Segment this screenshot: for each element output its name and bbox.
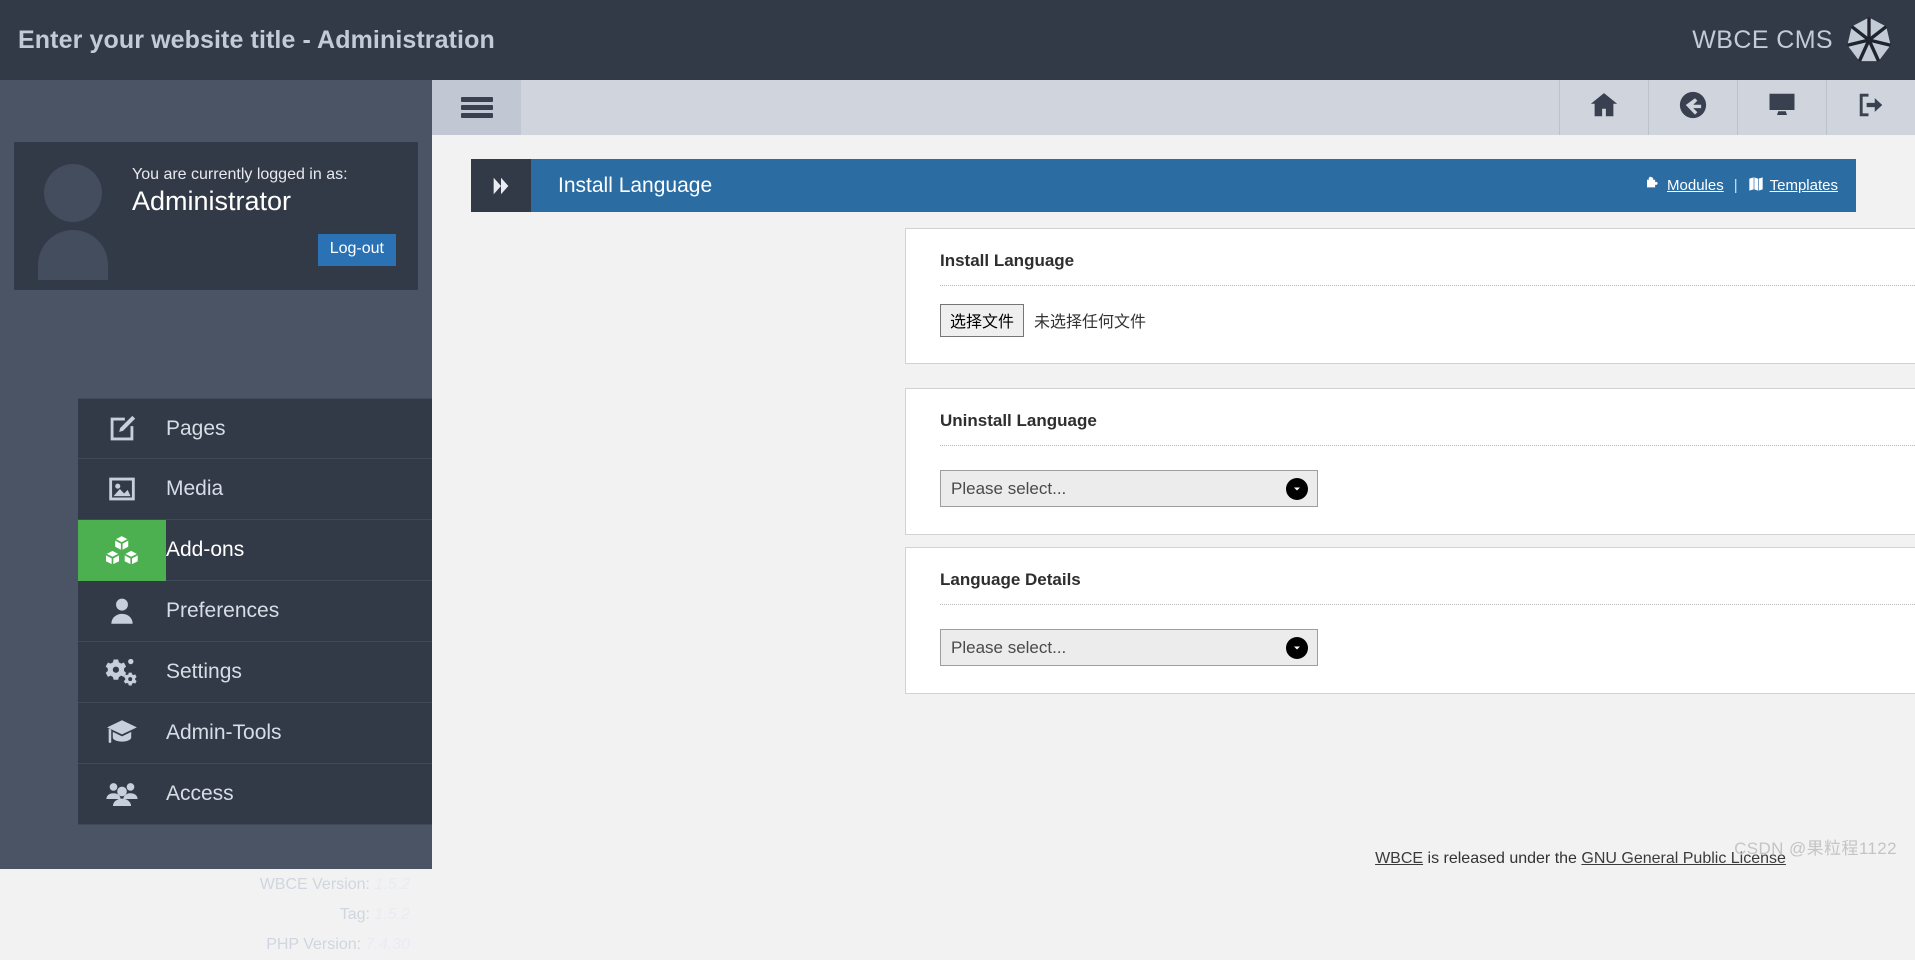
sidebar-item-media[interactable]: Media [78,459,432,520]
sidebar: You are currently logged in as: Administ… [0,80,432,869]
sidebar-item-label: Add-ons [166,538,244,562]
language-details-select[interactable]: Please select... [940,629,1318,666]
version-label: WBCE Version: [260,876,370,893]
logged-in-label: You are currently logged in as: [132,166,348,184]
sidebar-item-addons[interactable]: Add-ons [78,520,432,581]
user-info-box: You are currently logged in as: Administ… [14,142,418,290]
choose-file-button[interactable]: 选择文件 [940,304,1024,337]
uninstall-language-card: Uninstall Language Please select... Unin… [905,388,1915,535]
uninstall-section-title: Uninstall Language [940,411,1915,445]
logout-arrow-icon [1856,90,1886,125]
version-label: Tag: [340,906,370,923]
sidebar-item-settings[interactable]: Settings [78,642,432,703]
user-person-icon [78,581,166,642]
version-value: 1.5.2 [374,906,410,923]
wbce-star-logo-icon [1845,16,1893,64]
uninstall-select-wrap: Please select... [940,470,1318,507]
divider [940,604,1915,605]
hamburger-menu-icon[interactable] [432,80,521,135]
log-out-button[interactable]: Log-out [318,234,396,266]
sidebar-item-admin-tools[interactable]: Admin-Tools [78,703,432,764]
home-button[interactable] [1559,80,1648,135]
sidebar-item-label: Preferences [166,599,279,623]
main-content: Install Language Modules | Templates Ins… [432,135,1915,869]
media-image-icon [78,459,166,520]
graduation-cap-icon [78,703,166,764]
file-status-text: 未选择任何文件 [1024,308,1146,332]
double-chevron-right-icon[interactable] [471,159,531,212]
sidebar-item-access[interactable]: Access [78,764,432,825]
logout-button[interactable] [1826,80,1915,135]
wbce-link[interactable]: WBCE [1375,850,1423,867]
toolbar-spacer [521,80,1559,135]
sidebar-item-label: Access [166,782,234,806]
sidebar-item-label: Admin-Tools [166,721,282,745]
panel-links: Modules | Templates [1645,176,1856,196]
user-name: Administrator [132,186,291,217]
sidebar-item-label: Settings [166,660,242,684]
version-label: PHP Version: [266,936,361,953]
back-button[interactable] [1648,80,1737,135]
version-row: PHP Version: 7.4.30 [30,930,410,960]
footer-middle-text: is released under the [1423,850,1581,867]
sidebar-item-preferences[interactable]: Preferences [78,581,432,642]
sidebar-nav: Pages Media Add-ons Preferences [78,398,432,825]
install-language-card: Install Language 选择文件 未选择任何文件 Install [905,228,1915,364]
uninstall-language-select[interactable]: Please select... [940,470,1318,507]
top-title-bar: Enter your website title - Administratio… [0,0,1915,80]
sidebar-item-pages[interactable]: Pages [78,398,432,459]
monitor-icon [1767,90,1797,125]
version-info: WBCE Version: 1.5.2 Tag: 1.5.2 PHP Versi… [30,870,410,960]
top-toolbar [432,80,1915,135]
brand: WBCE CMS [1692,16,1915,64]
page-title: Enter your website title - Administratio… [0,26,495,55]
avatar [36,160,116,280]
templates-link[interactable]: Templates [1748,176,1838,196]
panel-title: Install Language [531,174,712,198]
modules-link[interactable]: Modules [1645,176,1724,196]
watermark: CSDN @果粒程1122 [1734,834,1897,859]
file-input-row: 选择文件 未选择任何文件 [940,286,1915,330]
version-row: Tag: 1.5.2 [30,900,410,930]
language-details-card: Language Details Please select... [905,547,1915,694]
sidebar-item-label: Media [166,477,223,501]
addons-boxes-icon [78,520,166,581]
panel-header: Install Language Modules | Templates [471,159,1856,212]
sidebar-item-label: Pages [166,417,226,441]
version-value: 7.4.30 [366,936,410,953]
home-icon [1589,90,1619,125]
puzzle-piece-icon [1645,176,1661,196]
back-circle-icon [1678,90,1708,125]
templates-link-label: Templates [1770,177,1838,194]
version-row: WBCE Version: 1.5.2 [30,870,410,900]
users-group-icon [78,764,166,825]
link-separator: | [1734,177,1738,194]
version-value: 1.5.2 [374,876,410,893]
book-icon [1748,176,1764,196]
modules-link-label: Modules [1667,177,1724,194]
divider [940,445,1915,446]
install-section-title: Install Language [940,251,1915,285]
brand-text: WBCE CMS [1692,26,1833,55]
details-section-title: Language Details [940,570,1915,604]
details-select-wrap: Please select... [940,629,1318,666]
view-site-button[interactable] [1737,80,1826,135]
gears-icon [78,642,166,703]
pages-edit-icon [78,398,166,459]
